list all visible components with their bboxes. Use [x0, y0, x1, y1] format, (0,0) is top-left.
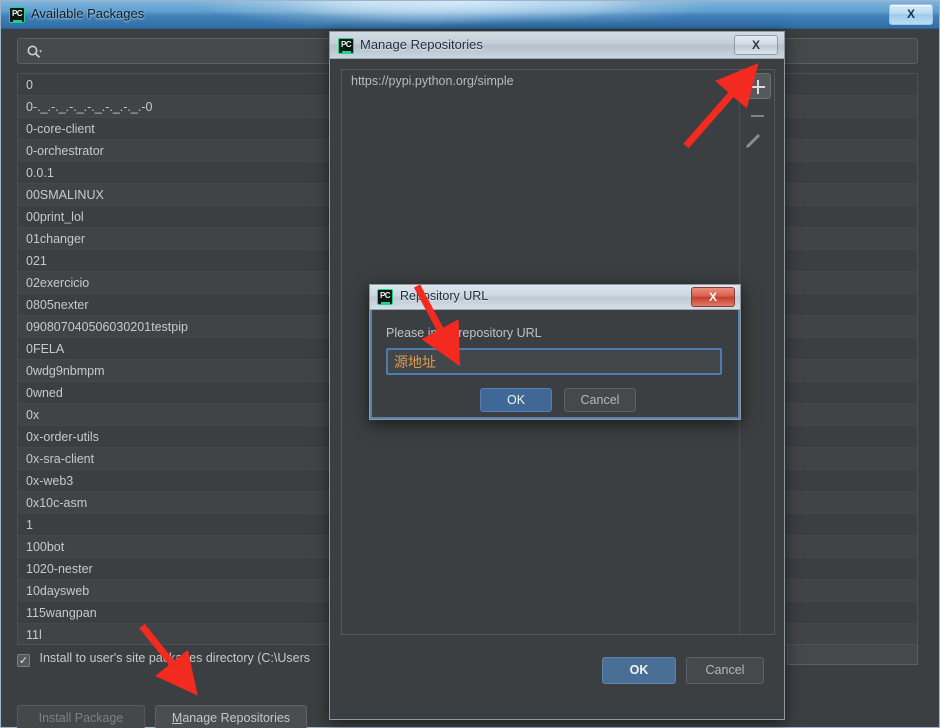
repo-ok-button[interactable]: OK — [602, 657, 676, 684]
edit-repository-button[interactable] — [743, 129, 771, 155]
search-icon — [27, 45, 42, 59]
install-to-user-site-label: Install to user's site packages director… — [39, 651, 311, 665]
install-to-user-site-row[interactable]: ✓ Install to user's site packages direct… — [17, 651, 310, 671]
close-icon[interactable]: X — [691, 287, 735, 307]
close-icon[interactable]: X — [889, 4, 933, 25]
repo-title-bar: PC Manage Repositories X — [330, 32, 784, 59]
pycharm-icon: PC — [338, 38, 354, 54]
install-package-button[interactable]: Install Package — [17, 705, 145, 728]
url-title-bar: PC Repository URL X — [370, 285, 740, 310]
pycharm-icon: PC — [377, 289, 393, 305]
repo-window-title: Manage Repositories — [360, 37, 483, 52]
url-dialog-title: Repository URL — [400, 289, 489, 303]
pencil-icon — [746, 133, 761, 148]
pycharm-icon: PC — [9, 7, 25, 23]
main-title-bar: PC Available Packages X — [1, 1, 939, 29]
manage-repositories-button[interactable]: Manage Repositories — [155, 705, 307, 728]
url-dialog-body: Please input repository URL OK Cancel — [370, 310, 740, 419]
repository-url-dialog: PC Repository URL X Please input reposit… — [369, 284, 741, 420]
page-title: Available Packages — [31, 6, 145, 21]
title-bar-glow — [281, 1, 641, 25]
repo-cancel-button[interactable]: Cancel — [686, 657, 764, 684]
checkbox-icon[interactable]: ✓ — [17, 654, 30, 667]
url-cancel-button[interactable]: Cancel — [564, 388, 636, 412]
repository-url-field[interactable] — [388, 350, 720, 373]
close-icon[interactable]: X — [734, 35, 778, 55]
url-prompt-label: Please input repository URL — [386, 326, 542, 340]
list-item[interactable]: https://pypi.python.org/simple — [342, 70, 739, 92]
manage-repositories-label: anage Repositories — [182, 711, 291, 725]
manage-repositories-mnemonic: M — [171, 711, 183, 725]
screen-root: PC Available Packages X 0 0-._.-._.-._.-… — [0, 0, 940, 728]
repository-url-input[interactable] — [386, 348, 722, 375]
remove-repository-button[interactable] — [743, 103, 771, 129]
url-ok-button[interactable]: OK — [480, 388, 552, 412]
repository-toolbar — [739, 70, 774, 634]
minus-icon — [751, 115, 764, 117]
add-repository-button[interactable] — [743, 73, 771, 99]
